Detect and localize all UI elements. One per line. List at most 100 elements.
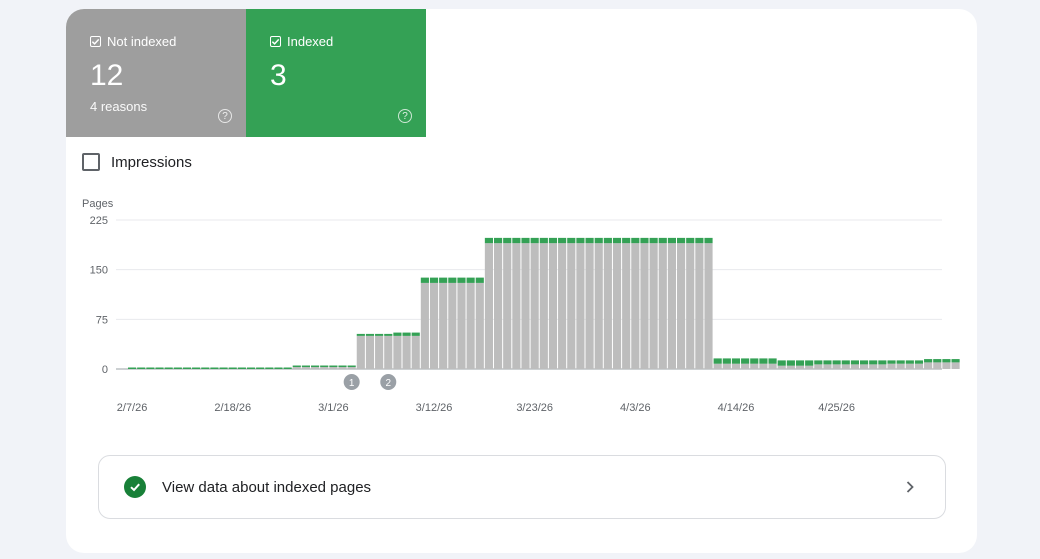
bar-indexed [933,359,942,363]
bar-indexed [713,358,722,364]
bar-not-indexed [494,243,503,369]
bar-indexed [777,360,786,366]
bar-indexed [576,237,585,244]
bar-indexed [128,367,137,369]
checkbox-unchecked-icon[interactable] [82,153,100,171]
bar-indexed [594,237,603,244]
bar-indexed [649,237,658,244]
bar-indexed [841,360,850,365]
bar-not-indexed [649,243,658,369]
bar-indexed [731,358,741,364]
bar-not-indexed [869,364,878,369]
bar-not-indexed [558,243,567,369]
check-circle-icon [124,476,146,498]
chevron-right-icon [905,480,915,494]
bar-indexed [320,365,329,368]
checkbox-checked-icon[interactable] [270,35,281,47]
bar-indexed [274,367,283,369]
bar-indexed [201,367,210,369]
bar-indexed [640,237,649,244]
x-tick-label: 4/25/26 [818,402,855,414]
help-icon[interactable]: ? [398,109,412,123]
bar-not-indexed [329,367,338,369]
bar-indexed [329,365,338,368]
x-tick-label: 3/23/26 [516,402,553,414]
y-tick-label: 75 [96,314,108,326]
y-tick-label: 150 [90,265,108,277]
bar-not-indexed [850,364,859,369]
bar-indexed [192,367,201,369]
bar-indexed [375,333,384,336]
bar-not-indexed [439,282,448,369]
indexed-tile[interactable]: Indexed 3 ? [246,9,426,137]
bar-not-indexed [695,243,704,369]
bar-indexed [814,360,823,365]
not-indexed-tile[interactable]: Not indexed 12 4 reasons ? [66,9,246,137]
bar-indexed [338,365,347,368]
bar-indexed [173,367,182,369]
bar-indexed [155,367,164,369]
bar-indexed [823,360,832,365]
bar-indexed [530,237,539,244]
bar-indexed [741,358,750,364]
bar-not-indexed [942,362,951,369]
checkbox-checked-icon[interactable] [90,35,101,47]
bar-indexed [512,237,521,244]
bar-not-indexed [658,243,667,369]
bar-not-indexed [512,243,521,369]
bar-indexed [265,367,274,369]
bar-not-indexed [402,335,411,369]
help-icon[interactable]: ? [218,109,232,123]
x-tick-label: 4/3/26 [620,402,651,414]
bar-not-indexed [594,243,603,369]
bar-not-indexed [667,243,676,369]
bar-indexed [237,367,246,369]
bar-indexed [311,365,320,368]
bar-not-indexed [731,363,741,369]
view-indexed-pages-link[interactable]: View data about indexed pages [98,455,946,519]
bar-indexed [484,237,493,244]
bar-not-indexed [530,243,539,369]
bar-indexed [256,367,265,369]
bar-indexed [567,237,576,244]
bar-not-indexed [503,243,512,369]
indexed-label: Indexed [287,33,334,49]
bar-not-indexed [548,243,558,369]
bar-not-indexed [832,364,841,369]
bar-not-indexed [704,243,713,369]
bar-indexed [585,237,594,244]
bar-not-indexed [384,335,393,369]
bar-indexed [722,358,731,364]
bar-not-indexed [777,365,786,369]
bar-indexed [768,358,777,364]
bar-indexed [658,237,667,244]
bar-not-indexed [429,282,439,369]
bar-not-indexed [311,367,320,369]
bar-not-indexed [741,363,750,369]
bar-not-indexed [933,362,942,369]
not-indexed-header: Not indexed [90,33,246,49]
bar-indexed [667,237,676,244]
bar-not-indexed [686,243,695,369]
bar-indexed [704,237,713,244]
x-tick-label: 3/1/26 [318,402,349,414]
bar-not-indexed [768,363,777,369]
bar-indexed [951,359,960,363]
bar-not-indexed [914,363,924,369]
bar-indexed [612,237,622,244]
impressions-toggle[interactable]: Impressions [82,153,192,171]
bar-indexed [905,360,914,364]
bar-indexed [750,358,759,364]
bar-not-indexed [521,243,530,369]
bar-not-indexed [795,365,805,369]
bar-not-indexed [448,282,457,369]
bar-not-indexed [622,243,631,369]
bar-not-indexed [292,367,301,369]
bar-indexed [548,237,558,244]
x-tick-label: 2/18/26 [214,402,251,414]
bar-not-indexed [722,363,731,369]
bar-not-indexed [759,363,768,369]
bar-not-indexed [320,367,329,369]
bar-not-indexed [375,335,384,369]
bar-indexed [860,360,869,365]
